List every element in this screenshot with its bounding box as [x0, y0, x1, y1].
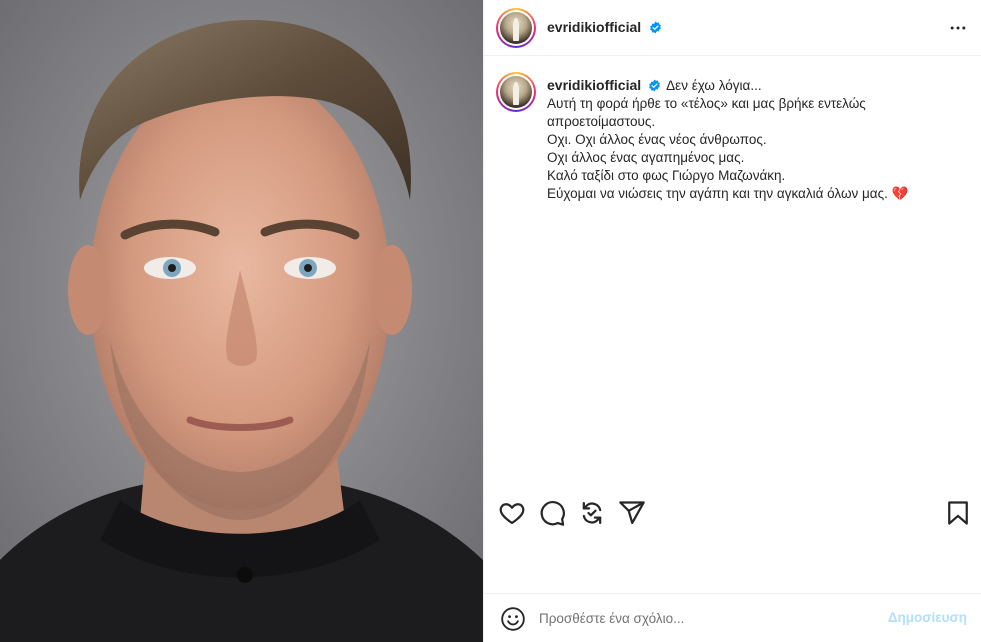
post-comment-button[interactable]: Δημοσίευση: [888, 610, 967, 625]
post-panel: evridikiofficial evridikiofficial Δεν έχ…: [483, 0, 981, 642]
caption-avatar-image: [500, 76, 532, 108]
avatar-image: [500, 12, 532, 44]
author-username[interactable]: evridikiofficial: [547, 19, 641, 35]
repost-icon[interactable]: [578, 499, 606, 527]
caption-line: Εύχομαι να νιώσεις την αγάπη και την αγκ…: [547, 186, 909, 201]
comment-bubble-icon[interactable]: [538, 499, 566, 527]
send-paper-plane-icon[interactable]: [618, 499, 646, 527]
caption-verified-badge-icon: [649, 79, 661, 92]
verified-badge-icon: [649, 21, 661, 34]
more-options-icon[interactable]: [947, 18, 969, 38]
author-name-wrap: evridikiofficial: [547, 19, 662, 37]
caption-area: evridikiofficial Δεν έχω λόγια... Αυτή τ…: [484, 56, 981, 486]
author-avatar[interactable]: [496, 8, 536, 48]
caption-author-avatar[interactable]: [496, 72, 536, 112]
caption-line: Οχι άλλος ένας αγαπημένος μας.: [547, 150, 745, 165]
comment-bar: Δημοσίευση: [484, 593, 981, 642]
post-caption: evridikiofficial Δεν έχω λόγια... Αυτή τ…: [547, 76, 967, 203]
comment-input[interactable]: [539, 607, 859, 629]
post-header: evridikiofficial: [484, 0, 981, 56]
smiley-emoji-icon[interactable]: [500, 606, 526, 632]
portrait-illustration: [0, 0, 483, 642]
caption-line: Οχι. Οχι άλλος ένας νέος άνθρωπος.: [547, 132, 767, 147]
caption-title: Δεν έχω λόγια...: [666, 78, 762, 93]
heart-icon[interactable]: [498, 499, 526, 527]
caption-username[interactable]: evridikiofficial: [547, 77, 641, 93]
caption-line: Καλό ταξίδι στο φως Γιώργο Μαζωνάκη.: [547, 168, 786, 183]
caption-line: Αυτή τη φορά ήρθε το «τέλος» και μας βρή…: [547, 96, 866, 129]
bookmark-icon[interactable]: [944, 499, 972, 527]
post-photo[interactable]: [0, 0, 483, 642]
post-actions: [484, 495, 981, 535]
